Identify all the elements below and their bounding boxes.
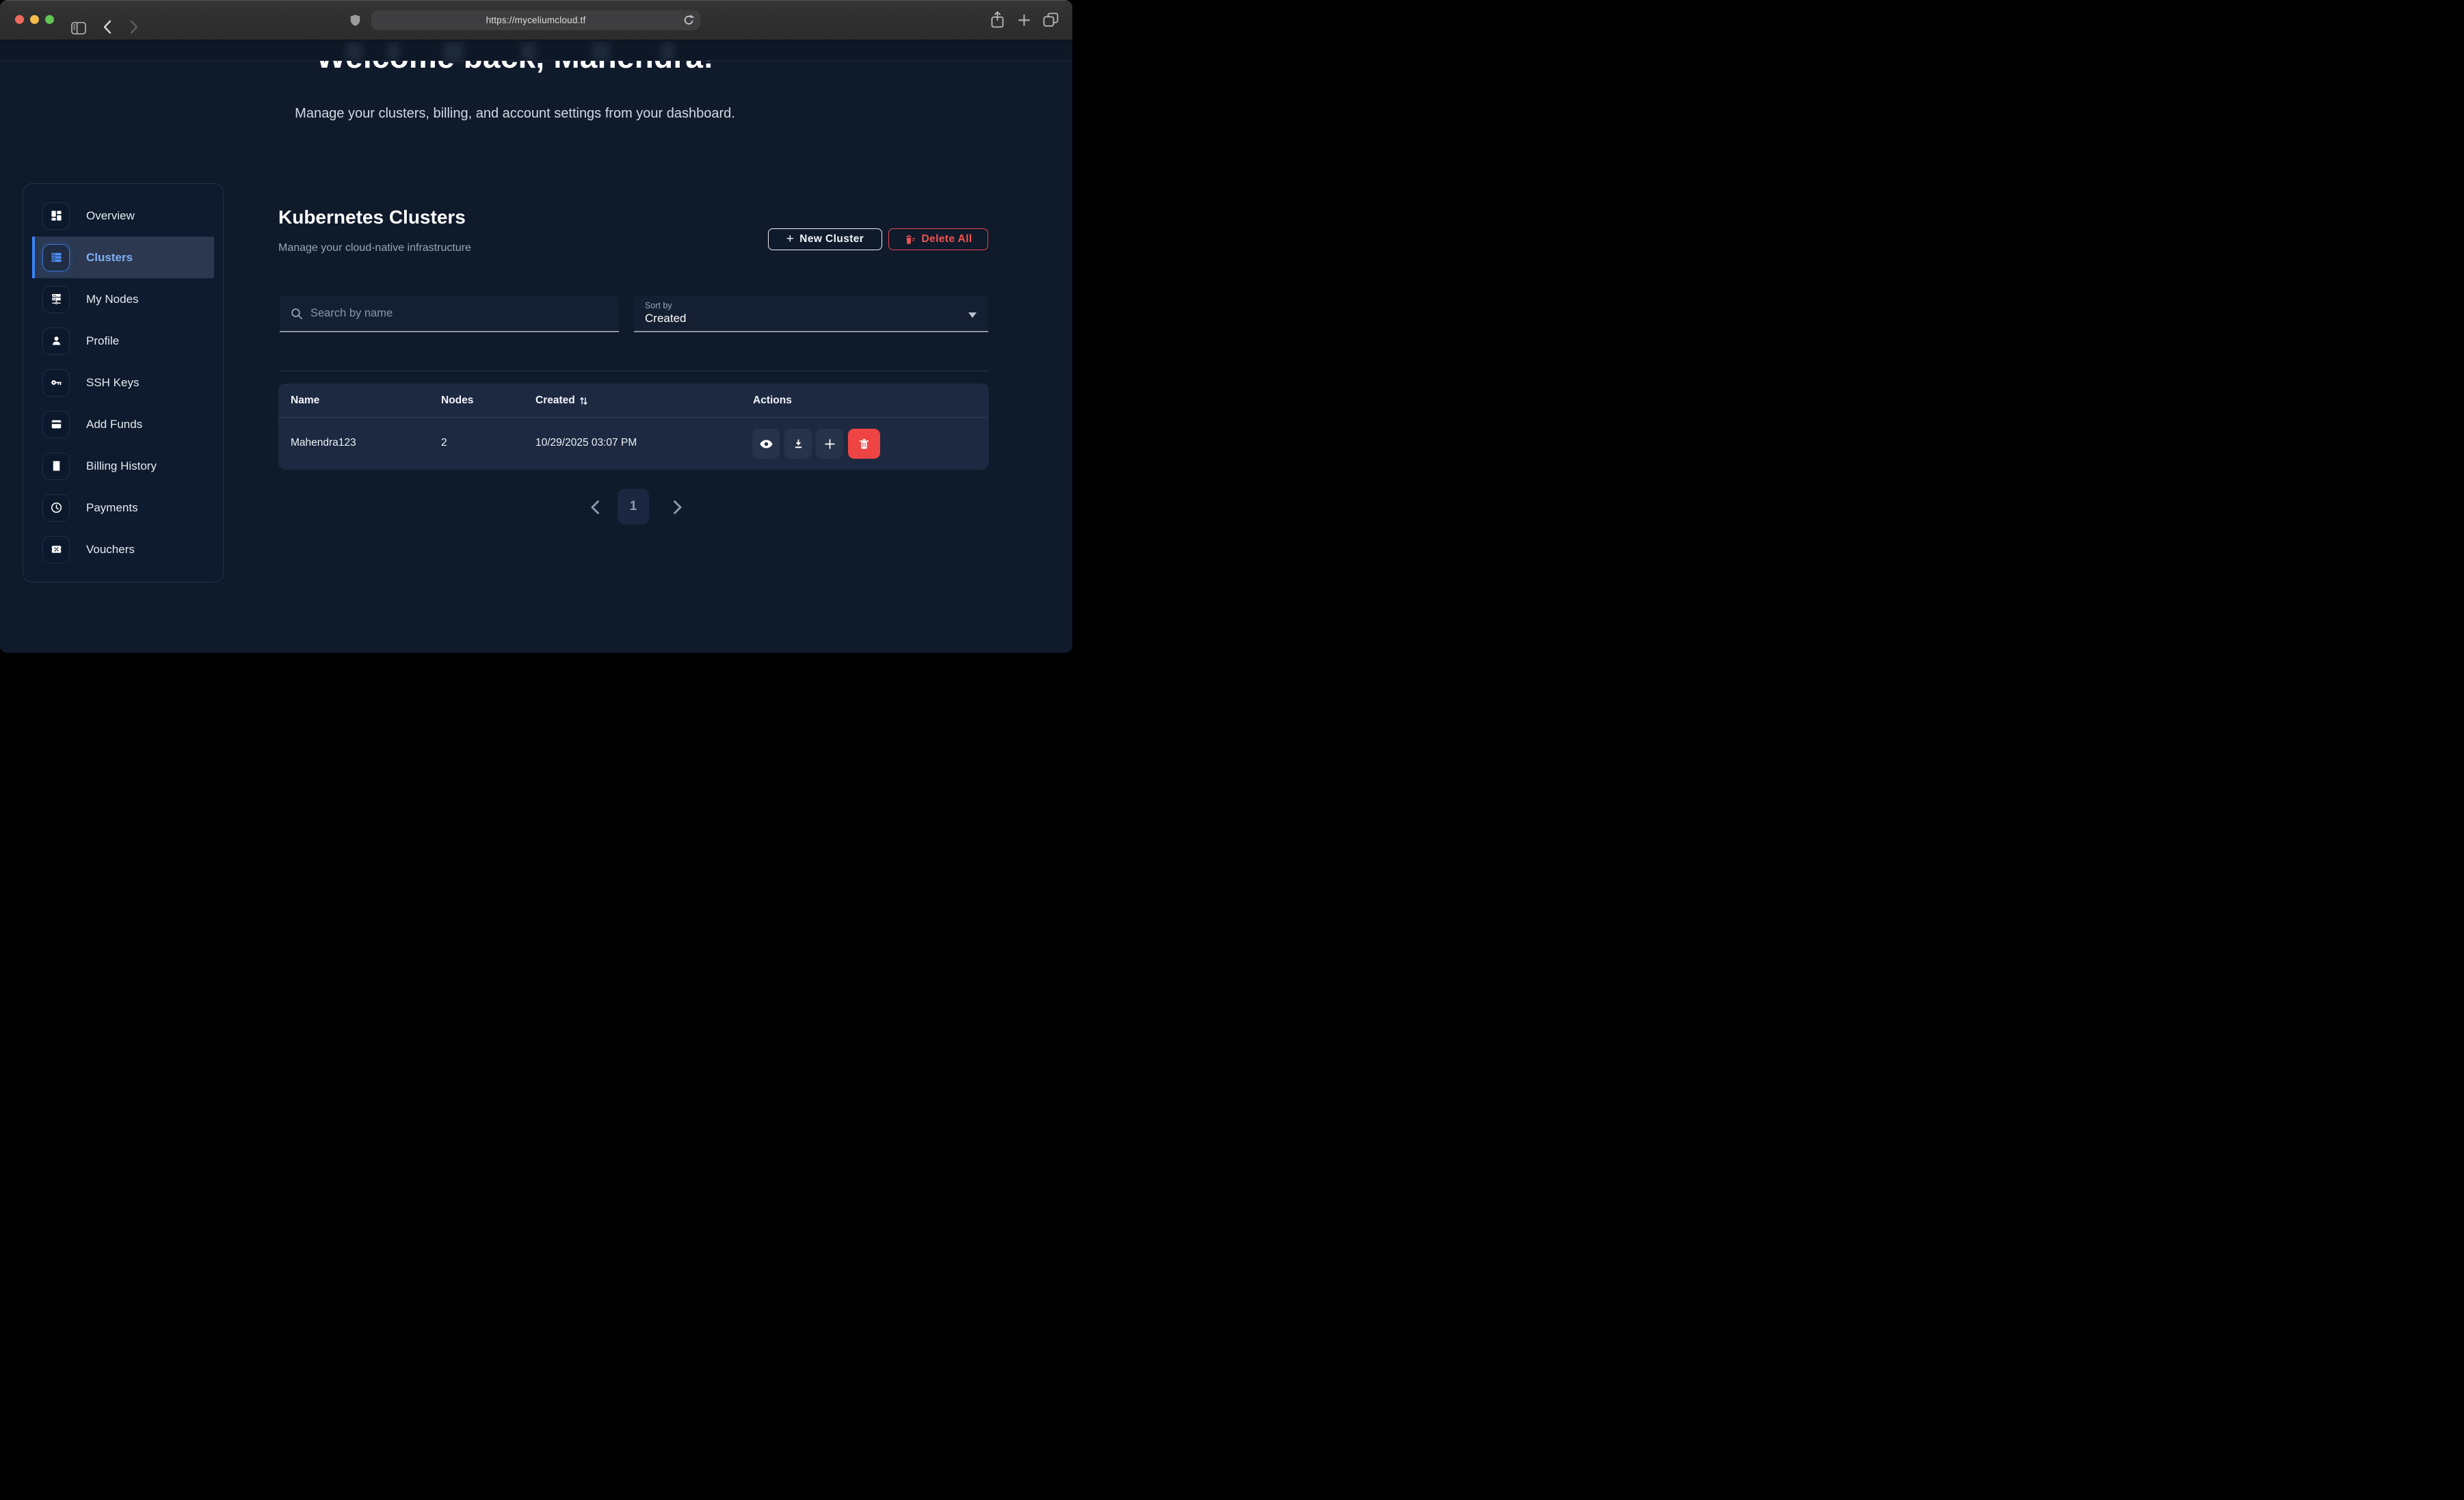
page-subtitle: Manage your clusters, billing, and accou…: [0, 106, 1030, 122]
clock-icon: [42, 494, 70, 522]
next-page-button[interactable]: [669, 497, 687, 518]
refresh-icon[interactable]: [683, 14, 694, 29]
trash-lines-icon: [904, 234, 916, 245]
download-kubeconfig-button[interactable]: [784, 429, 812, 459]
sidebar-item-payments[interactable]: Payments: [32, 487, 214, 528]
column-header-name: Name: [291, 394, 319, 407]
new-cluster-button[interactable]: + New Cluster: [768, 228, 882, 250]
browser-window: https://myceliumcloud.tf: [0, 0, 1072, 653]
share-icon[interactable]: [990, 11, 1005, 29]
chevron-right-icon: [673, 500, 683, 515]
dashboard-icon: [42, 202, 70, 230]
chevron-left-icon: [590, 500, 600, 515]
tab-overview-icon[interactable]: [1043, 12, 1059, 27]
sidebar-item-billing-history[interactable]: Billing History: [32, 445, 214, 487]
chevron-down-icon: [968, 312, 977, 318]
sort-dropdown[interactable]: Sort by Created: [634, 296, 988, 332]
back-button[interactable]: [103, 20, 111, 34]
column-header-actions: Actions: [753, 394, 792, 407]
table-header: Name Nodes Created Actions: [278, 384, 989, 417]
url-text: https://myceliumcloud.tf: [486, 15, 586, 25]
cell-created: 10/29/2025 03:07 PM: [535, 437, 637, 449]
clusters-table: Name Nodes Created Actions: [278, 384, 989, 470]
delete-cluster-button[interactable]: [848, 429, 880, 459]
section-subtitle: Manage your cloud-native infrastructure: [278, 242, 471, 254]
previous-page-button[interactable]: [586, 497, 604, 518]
sidebar-item-overview[interactable]: Overview: [32, 195, 214, 237]
table-row: Mahendra123 2 10/29/2025 03:07 PM: [278, 418, 989, 470]
pagination: 1: [278, 487, 989, 528]
key-icon: [42, 369, 70, 397]
sidebar-item-vouchers[interactable]: Vouchers: [32, 528, 214, 570]
column-header-nodes: Nodes: [441, 394, 473, 407]
sidebar-item-clusters[interactable]: Clusters: [32, 237, 214, 278]
sidebar-item-profile[interactable]: Profile: [32, 320, 214, 362]
cell-nodes: 2: [441, 437, 447, 449]
profile-icon: [42, 327, 70, 355]
page-number-button[interactable]: 1: [618, 489, 649, 524]
add-node-button[interactable]: [816, 429, 843, 459]
browser-toolbar: https://myceliumcloud.tf: [0, 0, 1072, 40]
sort-value: Created: [645, 312, 686, 325]
search-box: [280, 296, 619, 332]
ticket-icon: [42, 536, 70, 563]
search-input[interactable]: [310, 307, 608, 320]
sort-updown-icon: [580, 396, 587, 406]
sidebar-item-ssh-keys[interactable]: SSH Keys: [32, 362, 214, 403]
cell-name: Mahendra123: [291, 437, 356, 449]
nodes-icon: [42, 286, 70, 313]
sidebar: Overview Clusters: [23, 183, 224, 582]
clusters-icon: [42, 244, 70, 271]
column-header-created[interactable]: Created: [535, 394, 587, 407]
sort-label: Sort by: [645, 301, 672, 310]
sidebar-item-my-nodes[interactable]: My Nodes: [32, 278, 214, 320]
close-window-button[interactable]: [15, 15, 24, 24]
delete-all-button[interactable]: Delete All: [888, 228, 988, 250]
card-icon: [42, 411, 70, 438]
sticky-top-band: [0, 40, 1072, 61]
minimize-window-button[interactable]: [30, 15, 39, 24]
new-tab-icon[interactable]: [1018, 14, 1030, 26]
view-cluster-button[interactable]: [752, 429, 780, 459]
sidebar-item-add-funds[interactable]: Add Funds: [32, 403, 214, 445]
sidebar-toggle-icon[interactable]: [71, 22, 86, 35]
forward-button[interactable]: [130, 20, 139, 34]
receipt-icon: [42, 453, 70, 480]
dashboard-page: Welcome back, Mahendra! Manage your clus…: [0, 40, 1072, 653]
search-icon: [291, 308, 303, 320]
address-bar[interactable]: https://myceliumcloud.tf: [371, 10, 700, 30]
section-title: Kubernetes Clusters: [278, 206, 466, 228]
zoom-window-button[interactable]: [45, 15, 54, 24]
plus-icon: +: [786, 232, 795, 247]
shield-icon[interactable]: [350, 14, 360, 27]
